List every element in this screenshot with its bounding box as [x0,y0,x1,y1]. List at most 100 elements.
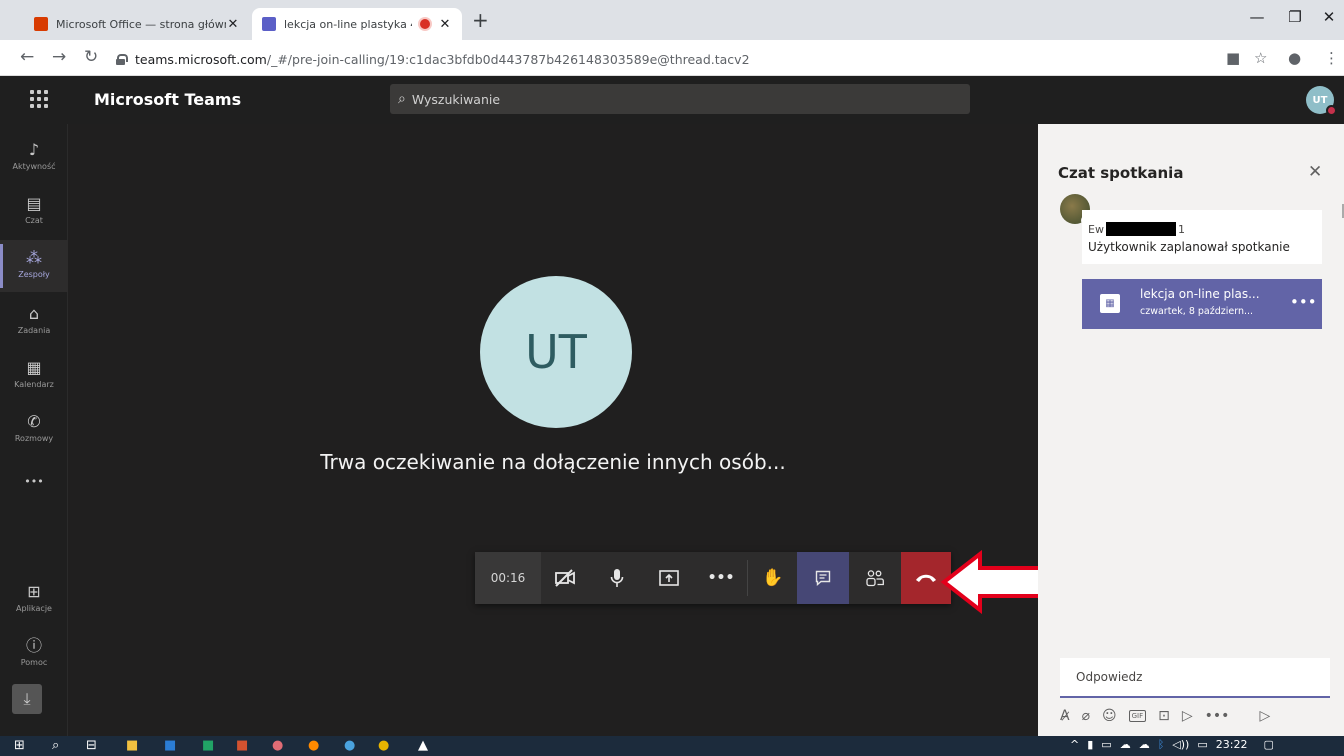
raise-hand-icon: ✋ [762,568,784,588]
gif-icon[interactable]: GIF [1128,710,1147,722]
network-icon[interactable]: ▭ [1197,738,1207,751]
minimize-button[interactable]: — [1242,8,1272,26]
meet-now-icon[interactable]: ▷ [1182,708,1193,724]
sticker-icon[interactable]: ⊡ [1158,708,1170,724]
microphone-icon [610,569,624,587]
address-bar[interactable]: teams.microsoft.com/_#/pre-join-calling/… [116,46,1236,72]
excel-icon[interactable]: ■ [202,738,214,754]
avatar-initials: UT [1312,94,1328,106]
chat-message: Ew 1 Użytkownik zaplanował spotkanie [1082,210,1322,264]
rail-more-button[interactable]: ••• [0,464,68,496]
profile-icon[interactable]: ● [1288,49,1301,67]
close-tab-icon[interactable]: ✕ [438,17,452,32]
notifications-icon[interactable]: ▢ [1263,738,1273,751]
word-icon[interactable]: ■ [164,738,176,754]
raise-hand-button[interactable]: ✋ [749,552,797,604]
rail-item-chat[interactable]: ▤ Czat [0,186,68,238]
app-icon[interactable]: ● [344,738,355,754]
sender-name-end: 1 [1177,222,1185,236]
clock[interactable]: 23:22 [1216,738,1248,751]
app-icon[interactable]: ▲ [418,738,428,754]
usb-icon[interactable]: ▮ [1087,738,1093,751]
chat-icon [815,570,831,586]
forward-button[interactable]: → [52,48,66,66]
lock-icon [116,53,128,65]
app-icon[interactable]: ● [272,738,283,754]
close-window-button[interactable]: ✕ [1314,8,1344,26]
volume-icon[interactable]: ◁)) [1172,738,1189,751]
rail-label: Pomoc [20,658,48,667]
reload-button[interactable]: ↻ [84,48,98,66]
microphone-toggle-button[interactable] [593,552,641,604]
restore-button[interactable]: ❐ [1280,8,1310,26]
firefox-icon[interactable]: ● [308,738,319,754]
show-participants-button[interactable] [849,552,901,604]
system-tray: ^ ▮ ▭ ☁ ☁ ᛒ ◁)) ▭ 23:22 ▢ [1070,738,1274,751]
user-avatar[interactable]: UT [1306,86,1337,116]
attach-icon[interactable]: ⌀ [1082,708,1090,724]
more-actions-button[interactable]: ••• [697,552,745,604]
rail-item-calendar[interactable]: ▦ Kalendarz [0,350,68,402]
show-chat-button[interactable] [797,552,849,604]
close-tab-icon[interactable]: ✕ [226,17,240,32]
browser-tab-strip: Microsoft Office — strona główn ✕ lekcja… [0,0,1344,40]
windows-start-icon[interactable]: ⊞ [14,738,25,754]
rail-label: Aplikacje [16,604,52,613]
search-input[interactable]: ⌕ Wyszukiwanie [390,84,970,114]
meeting-stage: UT Trwa oczekiwanie na dołączenie innych… [68,124,1038,736]
rail-label: Kalendarz [14,380,54,389]
tab-microsoft-office[interactable]: Microsoft Office — strona główn ✕ [24,8,250,40]
camera-off-icon [555,569,575,587]
share-screen-button[interactable] [645,552,693,604]
browser-toolbar: ← → ↻ teams.microsoft.com/_#/pre-join-ca… [0,40,1344,76]
participants-icon [866,570,884,587]
bluetooth-icon[interactable]: ᛒ [1158,738,1165,751]
meeting-card[interactable]: ▦ lekcja on-line plas... czwartek, 8 paź… [1082,279,1322,329]
hang-up-icon [916,574,936,582]
rail-item-teams[interactable]: ⁂ Zespoły [0,240,68,292]
emoji-icon[interactable]: ☺ [1102,708,1117,724]
rail-item-activity[interactable]: ♪ Aktywność [0,132,68,184]
rail-label: Aktywność [12,162,56,171]
download-app-button[interactable]: ⤓ [12,684,42,714]
more-icon: ••• [707,570,735,586]
file-explorer-icon[interactable]: ■ [126,738,138,754]
app-title: Microsoft Teams [94,90,242,109]
chrome-icon[interactable]: ● [378,738,389,754]
rail-item-calls[interactable]: ✆ Rozmowy [0,404,68,456]
camera-indicator-icon[interactable]: ■ [1226,49,1240,67]
camera-toggle-button[interactable] [541,552,589,604]
meeting-title: lekcja on-line plas... [1140,287,1260,301]
browser-menu-icon[interactable]: ⋮ [1324,49,1339,67]
task-view-icon[interactable]: ⊟ [86,738,97,754]
app-launcher-icon[interactable] [30,90,48,108]
reply-placeholder: Odpowiedz [1076,670,1143,684]
more-icon[interactable]: ••• [1290,293,1317,311]
powerpoint-icon[interactable]: ■ [236,738,248,754]
assignments-icon: ⌂ [28,304,40,323]
tab-teams-lesson[interactable]: lekcja on-line plastyka 4a (Sp ✕ [252,8,462,40]
close-chat-button[interactable]: ✕ [1308,162,1322,182]
bookmark-star-icon[interactable]: ☆ [1254,49,1267,67]
battery-icon[interactable]: ▭ [1101,738,1111,751]
rail-label: Zespoły [18,270,50,279]
search-icon: ⌕ [398,91,406,107]
more-icon[interactable]: ••• [1205,708,1230,724]
reply-input[interactable]: Odpowiedz [1060,658,1330,698]
rail-item-help[interactable]: ⓘ Pomoc [0,628,68,680]
cloud-icon[interactable]: ☁ [1120,738,1131,751]
rail-item-assignments[interactable]: ⌂ Zadania [0,296,68,348]
waiting-message: Trwa oczekiwanie na dołączenie innych os… [320,450,786,474]
calendar-icon: ▦ [1100,294,1120,313]
format-icon[interactable]: A̷ [1060,708,1070,724]
rail-item-apps[interactable]: ⊞ Aplikacje [0,574,68,626]
more-icon: ••• [24,475,44,488]
new-tab-button[interactable]: + [472,10,489,30]
controls-divider [747,560,748,596]
compose-toolbar: A̷ ⌀ ☺ GIF ⊡ ▷ ••• ▷ [1060,706,1336,726]
search-icon[interactable]: ⌕ [52,738,59,754]
show-hidden-icons-icon[interactable]: ^ [1070,738,1079,751]
onedrive-icon[interactable]: ☁ [1139,738,1150,751]
back-button[interactable]: ← [20,48,34,66]
send-icon[interactable]: ▷ [1259,708,1270,724]
